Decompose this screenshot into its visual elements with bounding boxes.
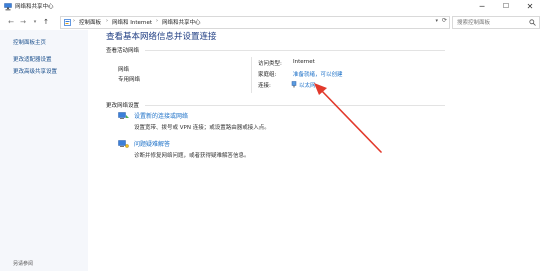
network-type: 专用网络 [118, 77, 141, 83]
breadcrumb-separator: › [106, 18, 108, 24]
active-networks-heading: 查看活动网络 [106, 48, 140, 54]
breadcrumb-separator: › [73, 18, 75, 24]
search-box[interactable]: 搜索控制面板 [452, 16, 540, 29]
network-name: 网络 [118, 67, 130, 73]
search-placeholder: 搜索控制面板 [457, 20, 491, 26]
search-icon[interactable] [529, 19, 536, 26]
breadcrumb-separator: › [156, 18, 158, 24]
task-troubleshoot-desc: 诊断并修复网络问题，或者获得疑难解答信息。 [134, 153, 250, 159]
maximize-button[interactable]: ☐ [494, 0, 518, 14]
sidebar-item-sharing-settings[interactable]: 更改高级共享设置 [13, 67, 57, 75]
minimize-button[interactable]: ─ [470, 0, 494, 14]
section-divider [145, 50, 445, 51]
breadcrumb-network-center[interactable]: 网络和共享中心 [162, 18, 201, 26]
navigation-bar: ← → ▾ ↑ › 控制面板 › 网络和 Internet › 网络和共享中心 … [0, 14, 542, 30]
title-bar: 网络和共享中心 ─ ☐ ✕ [0, 0, 542, 14]
task-troubleshoot-link[interactable]: 问题疑难解答 [134, 139, 170, 148]
new-connection-icon [118, 112, 129, 119]
breadcrumb-control-panel[interactable]: 控制面板 [79, 18, 101, 26]
breadcrumb-network-internet[interactable]: 网络和 Internet [112, 18, 152, 26]
homegroup-link[interactable]: 准备就绪，可以创建 [293, 70, 343, 78]
address-bar[interactable]: › 控制面板 › 网络和 Internet › 网络和共享中心 ▾ ⟳ [60, 16, 450, 29]
recent-dropdown-icon[interactable]: ▾ [30, 17, 40, 27]
section-divider [145, 105, 445, 106]
sidebar-item-home[interactable]: 控制面板主页 [13, 38, 46, 46]
troubleshoot-icon [118, 140, 129, 148]
ethernet-connection-link[interactable]: 以太网 [299, 81, 316, 89]
access-type-value: Internet [293, 59, 315, 65]
change-settings-heading: 更改网络设置 [106, 103, 140, 109]
forward-button[interactable]: → [18, 17, 28, 27]
network-divider [251, 57, 252, 93]
up-button[interactable]: ↑ [41, 17, 51, 27]
access-type-label: 访问类型: [258, 61, 282, 67]
homegroup-label: 家庭组: [258, 72, 277, 78]
connection-label: 连接: [258, 83, 271, 89]
window-title: 网络和共享中心 [15, 4, 54, 10]
sidebar-item-adapter-settings[interactable]: 更改适配器设置 [13, 55, 52, 63]
close-button[interactable]: ✕ [518, 0, 542, 14]
sidebar: 控制面板主页 更改适配器设置 更改高级共享设置 另请参阅 [0, 30, 88, 271]
see-also-label: 另请参阅 [13, 261, 34, 267]
network-center-icon [4, 3, 12, 11]
refresh-icon[interactable]: ⟳ [442, 17, 447, 24]
address-dropdown-icon[interactable]: ▾ [435, 18, 438, 24]
page-title: 查看基本网络信息并设置连接 [106, 32, 217, 42]
control-panel-icon [64, 19, 71, 26]
task-new-connection-desc: 设置宽带、拨号或 VPN 连接；或设置路由器或接入点。 [134, 125, 270, 131]
task-new-connection-link[interactable]: 设置新的连接或网络 [134, 111, 188, 120]
back-button[interactable]: ← [6, 17, 16, 27]
ethernet-icon [291, 81, 297, 88]
main-content: 查看基本网络信息并设置连接 查看活动网络 网络 专用网络 访问类型: Inter… [88, 30, 542, 271]
